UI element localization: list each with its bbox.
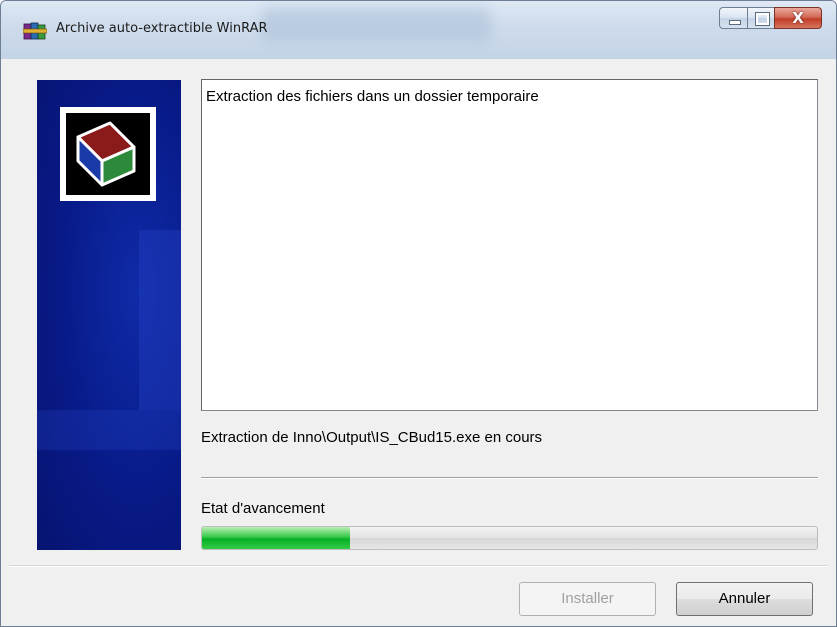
log-line: Extraction des fichiers dans un dossier … xyxy=(206,88,539,105)
window-title: Archive auto-extractible WinRAR xyxy=(56,21,268,36)
logo-frame xyxy=(60,107,156,201)
install-button[interactable]: Installer xyxy=(519,582,656,616)
title-bar-glass xyxy=(261,7,491,41)
progress-label: Etat d'avancement xyxy=(201,500,325,517)
minimize-button[interactable] xyxy=(719,7,747,29)
separator xyxy=(201,477,818,479)
maximize-button[interactable] xyxy=(747,7,774,29)
progress-bar-fill xyxy=(202,527,350,549)
close-icon: X xyxy=(792,9,804,27)
winrar-sfx-window: Archive auto-extractible WinRAR X Extrac… xyxy=(0,0,837,627)
extraction-log[interactable]: Extraction des fichiers dans un dossier … xyxy=(201,79,818,411)
left-banner xyxy=(37,80,181,550)
banner-decoration-lower xyxy=(37,410,181,450)
button-bar-separator xyxy=(9,565,828,567)
close-button[interactable]: X xyxy=(774,7,822,29)
window-controls: X xyxy=(719,7,822,29)
cancel-button[interactable]: Annuler xyxy=(676,582,813,616)
winrar-books-icon xyxy=(23,22,47,40)
maximize-icon xyxy=(755,12,770,26)
minimize-icon xyxy=(729,20,741,25)
progress-bar xyxy=(201,526,818,550)
current-file-status: Extraction de Inno\Output\IS_CBud15.exe … xyxy=(201,429,543,446)
title-bar[interactable]: Archive auto-extractible WinRAR X xyxy=(1,1,836,59)
banner-decoration xyxy=(139,230,181,410)
dialog-client-area: Extraction des fichiers dans un dossier … xyxy=(9,59,828,626)
archive-box-icon xyxy=(76,121,136,187)
logo-background xyxy=(66,113,150,195)
